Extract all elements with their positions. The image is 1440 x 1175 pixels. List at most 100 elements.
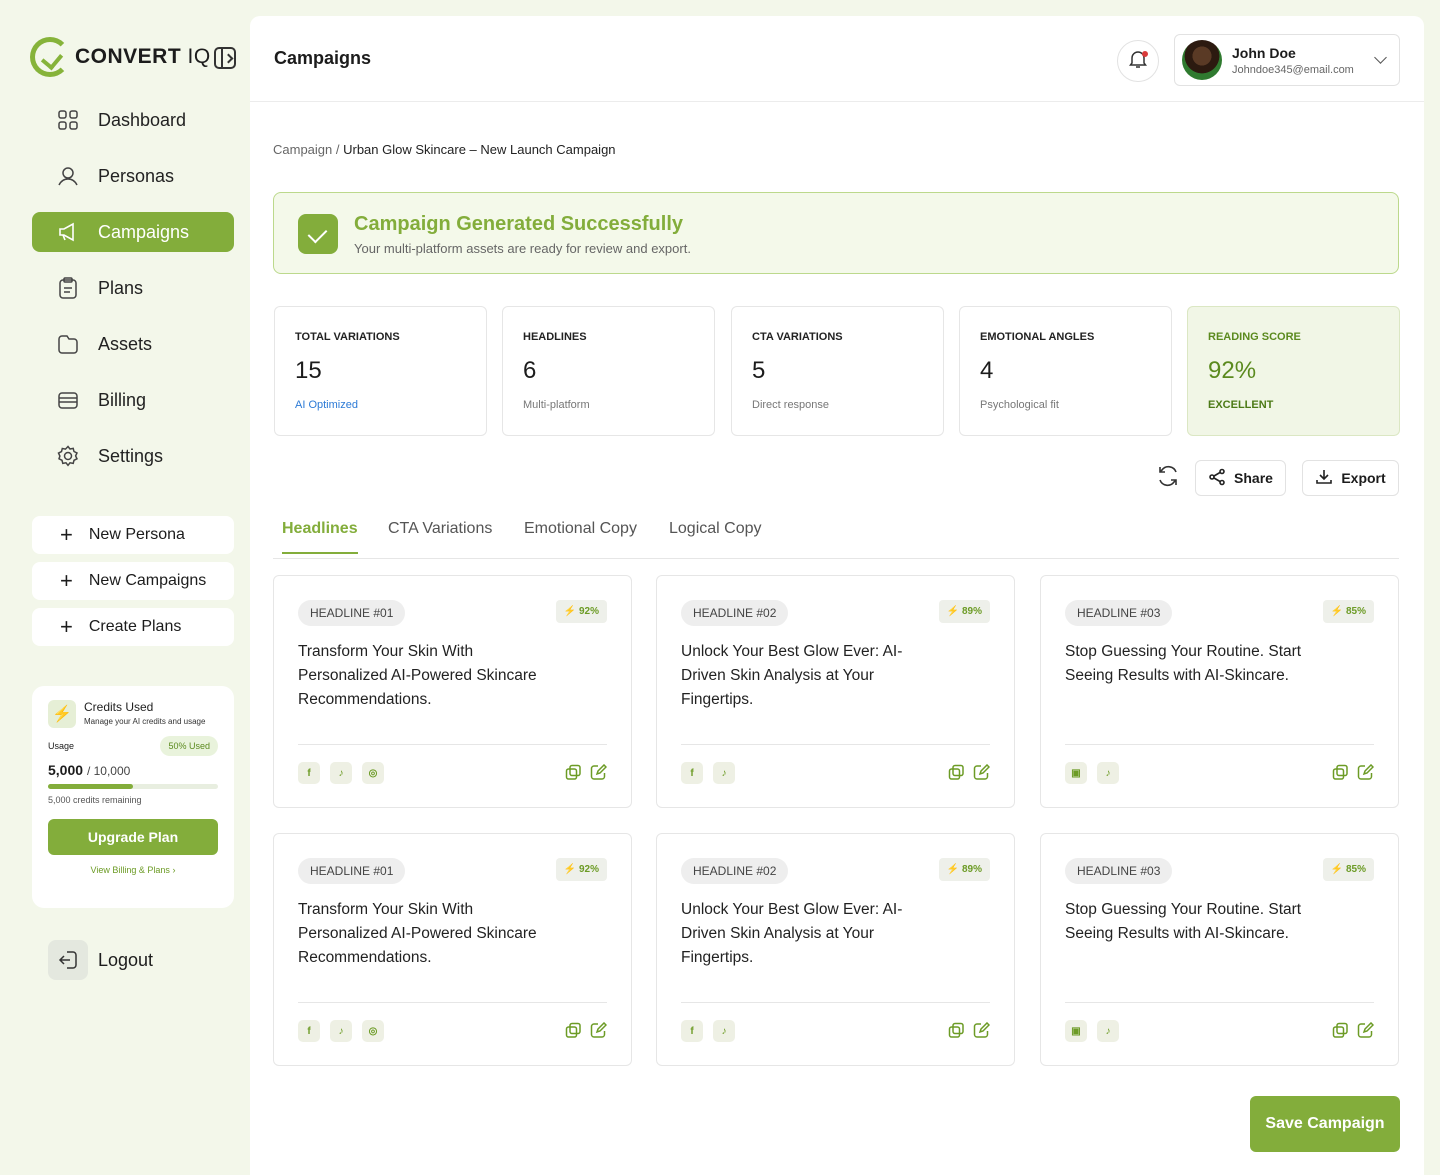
save-campaign-button[interactable]: Save Campaign (1250, 1096, 1400, 1152)
copy-icon[interactable] (948, 1022, 965, 1044)
sidebar-item-label: Billing (98, 389, 147, 410)
edit-icon[interactable] (1357, 1021, 1375, 1044)
headline-tag: HEADLINE #01 (298, 858, 406, 884)
tab-emotional-copy[interactable]: Emotional Copy (524, 520, 637, 552)
edit-icon[interactable] (973, 763, 991, 786)
sidebar-item-label: Dashboard (98, 109, 187, 130)
headline-text: Unlock Your Best Glow Ever: AI-Driven Sk… (681, 643, 903, 708)
download-icon (1315, 468, 1333, 489)
edit-icon[interactable] (590, 763, 608, 786)
sidebar-item-billing[interactable]: Billing (32, 380, 234, 420)
logout-button[interactable]: Logout (48, 940, 153, 980)
lightning-icon: ⚡ (1330, 606, 1344, 617)
edit-icon[interactable] (973, 1021, 991, 1044)
score-badge: ⚡ 92% (555, 600, 607, 623)
sidebar-item-assets[interactable]: Assets (32, 324, 234, 364)
tiktok-icon: ♪ (330, 762, 352, 784)
stat-card-headlines: HEADLINES 6 Multi-platform (502, 306, 715, 436)
stat-desc: Multi-platform (523, 399, 590, 411)
quick-action-label: Create Plans (88, 618, 182, 635)
tab-headlines[interactable]: Headlines (282, 520, 358, 554)
sidebar-item-dashboard[interactable]: Dashboard (32, 100, 234, 140)
chevron-down-icon (1374, 51, 1387, 64)
new-persona-button[interactable]: + New Persona (32, 516, 234, 554)
sidebar-item-campaigns[interactable]: Campaigns (32, 212, 234, 252)
notification-button[interactable] (1117, 40, 1159, 82)
headline-tag: HEADLINE #03 (1065, 858, 1173, 884)
lightning-icon: ⚡ (946, 606, 960, 617)
score-badge: ⚡ 89% (938, 600, 990, 623)
folder-icon (56, 332, 80, 356)
refresh-button[interactable] (1150, 460, 1186, 496)
sidebar-item-personas[interactable]: Personas (32, 156, 234, 196)
usage-label: Usage (48, 741, 75, 751)
sidebar-item-settings[interactable]: Settings (32, 436, 234, 476)
score-badge: ⚡ 85% (1322, 858, 1374, 881)
stat-card-reading-score: READING SCORE 92% EXCELLENT (1187, 306, 1400, 436)
headline-card[interactable]: HEADLINE #03 ⚡ 85% Stop Guessing Your Rout… (1040, 833, 1399, 1066)
export-button[interactable]: Export (1302, 460, 1399, 496)
tab-bar: Headlines CTA Variations Emotional Copy … (273, 512, 1399, 559)
divider (681, 1002, 990, 1003)
notification-dot (1142, 51, 1148, 57)
tab-logical-copy[interactable]: Logical Copy (669, 520, 762, 552)
credits-progress-fill (48, 784, 133, 789)
breadcrumb-current: Urban Glow Skincare – New Launch Campaig… (343, 142, 616, 157)
sidebar-item-plans[interactable]: Plans (32, 268, 234, 308)
platform-icons: f ♪ (681, 1020, 735, 1042)
topbar: Campaigns John Doe Johndoe345@email.com (250, 16, 1424, 102)
score-badge: ⚡ 85% (1322, 600, 1374, 623)
score-badge: ⚡ 89% (938, 858, 990, 881)
headline-tag: HEADLINE #03 (1065, 600, 1173, 626)
view-billing-link[interactable]: View Billing & Plans › (48, 865, 218, 875)
platform-icons: ▣ ♪ (1065, 1020, 1119, 1042)
threads-icon: ◎ (362, 1020, 384, 1042)
tab-cta-variations[interactable]: CTA Variations (388, 520, 492, 552)
share-button[interactable]: Share (1195, 460, 1286, 496)
tiktok-icon: ♪ (713, 1020, 735, 1042)
headline-card[interactable]: HEADLINE #02 ⚡ 89% Unlock Your Best Glow E… (656, 575, 1015, 808)
stat-label: HEADLINES (523, 331, 587, 343)
instagram-icon: ▣ (1065, 762, 1087, 784)
sidebar-item-label: Campaigns (98, 221, 190, 242)
create-plans-button[interactable]: + Create Plans (32, 608, 234, 646)
copy-icon[interactable] (565, 764, 582, 786)
lightning-icon: ⚡ (48, 700, 76, 728)
user-name: John Doe (1232, 44, 1296, 61)
breadcrumb: Campaign / Urban Glow Skincare – New Lau… (273, 142, 616, 157)
headline-card[interactable]: HEADLINE #01 ⚡ 92% Transform Your Skin Wit… (273, 575, 632, 808)
credit-card-icon (56, 388, 80, 412)
copy-icon[interactable] (1332, 764, 1349, 786)
edit-icon[interactable] (590, 1021, 608, 1044)
score-badge: ⚡ 92% (555, 858, 607, 881)
divider (681, 744, 990, 745)
users-icon (56, 164, 80, 188)
breadcrumb-root[interactable]: Campaign / (273, 142, 339, 157)
lightning-icon: ⚡ (563, 606, 577, 617)
credits-amount: 5,000 / 10,000 (48, 762, 131, 778)
upgrade-plan-button[interactable]: Upgrade Plan (48, 819, 218, 855)
headline-card[interactable]: HEADLINE #03 ⚡ 85% Stop Guessing Your Rout… (1040, 575, 1399, 808)
collapse-sidebar-icon[interactable] (214, 47, 236, 69)
lightning-icon: ⚡ (946, 864, 960, 875)
share-label: Share (1234, 470, 1273, 486)
headline-card[interactable]: HEADLINE #02 ⚡ 89% Unlock Your Best Glow E… (656, 833, 1015, 1066)
clipboard-icon (56, 276, 80, 300)
export-label: Export (1341, 470, 1386, 486)
credits-progress-bar (48, 784, 218, 789)
stat-card-emotional-angles: EMOTIONAL ANGLES 4 Psychological fit (959, 306, 1172, 436)
avatar (1182, 40, 1222, 80)
success-banner: Campaign Generated Successfully Your mul… (273, 192, 1399, 274)
stat-label: CTA VARIATIONS (752, 331, 843, 343)
stat-desc: Direct response (752, 399, 830, 411)
headline-text: Transform Your Skin With Personalized AI… (298, 643, 537, 708)
copy-icon[interactable] (948, 764, 965, 786)
copy-icon[interactable] (565, 1022, 582, 1044)
headline-card[interactable]: HEADLINE #01 ⚡ 92% Transform Your Skin Wit… (273, 833, 632, 1066)
copy-icon[interactable] (1332, 1022, 1349, 1044)
headline-tag: HEADLINE #02 (681, 858, 789, 884)
user-menu[interactable]: John Doe Johndoe345@email.com (1174, 34, 1400, 86)
edit-icon[interactable] (1357, 763, 1375, 786)
new-campaign-button[interactable]: + New Campaigns (32, 562, 234, 600)
stat-value: 5 (752, 357, 766, 384)
